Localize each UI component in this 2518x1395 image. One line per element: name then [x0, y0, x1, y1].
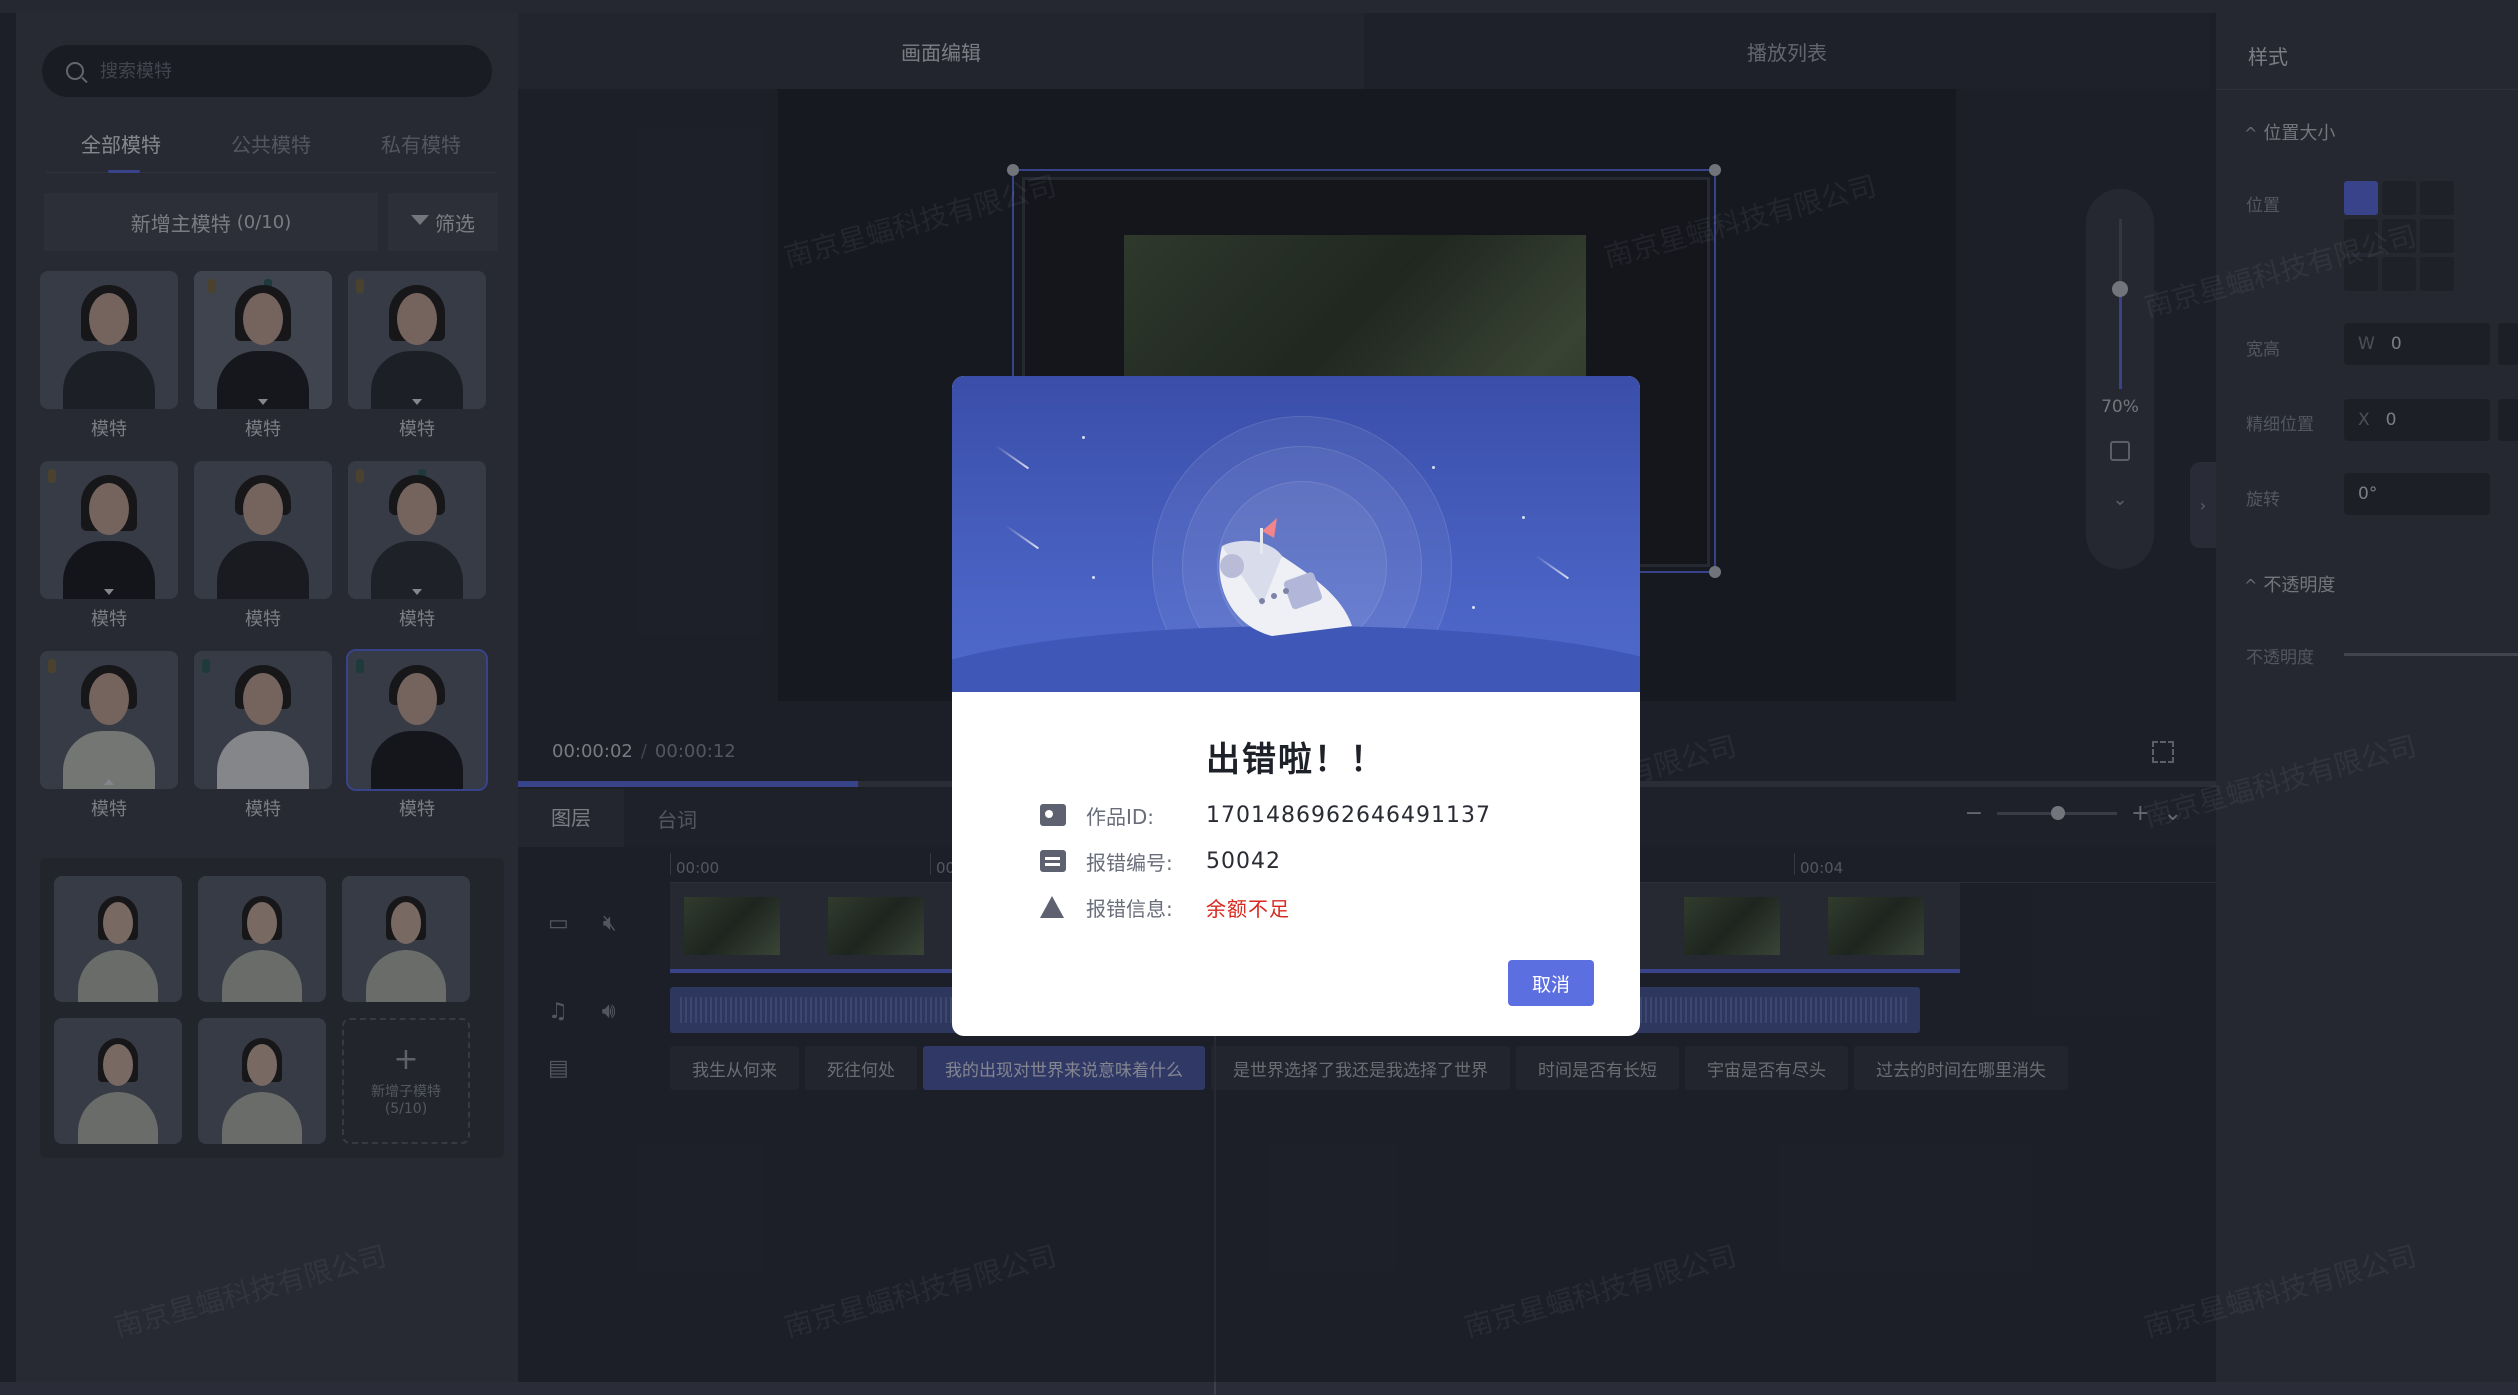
watermark: 南京星蝠科技有限公司 — [1600, 169, 1880, 274]
watermark: 南京星蝠科技有限公司 — [110, 1239, 390, 1344]
error-row-code: 报错编号: 50042 — [1040, 846, 1281, 876]
error-message-value: 余额不足 — [1206, 896, 1290, 921]
watermark: 南京星蝠科技有限公司 — [780, 1239, 1060, 1344]
watermark: 南京星蝠科技有限公司 — [2140, 729, 2420, 834]
app-root: 全部模特 公共模特 私有模特 新增主模特 (0/10) 筛选 模特 — [0, 0, 2518, 1395]
error-code-label: 报错编号: — [1086, 850, 1173, 875]
error-row-work-id: 作品ID: 1701486962646491137 — [1040, 800, 1491, 830]
watermark: 南京星蝠科技有限公司 — [2140, 1239, 2420, 1344]
work-id-value: 1701486962646491137 — [1206, 802, 1491, 828]
error-code-value: 50042 — [1206, 848, 1281, 874]
error-dialog: 出错啦！！ 作品ID: 1701486962646491137 报错编号: 50… — [952, 376, 1640, 1036]
error-illustration — [952, 376, 1640, 692]
warning-icon — [1040, 896, 1064, 918]
error-row-message: 报错信息: 余额不足 — [1040, 892, 1290, 922]
watermark: 南京星蝠科技有限公司 — [780, 169, 1060, 274]
watermark: 南京星蝠科技有限公司 — [2140, 219, 2420, 324]
error-message-label: 报错信息: — [1086, 896, 1173, 921]
error-title: 出错啦！！ — [1206, 740, 1386, 780]
cancel-button[interactable]: 取消 — [1508, 960, 1594, 1006]
list-card-icon — [1040, 850, 1066, 872]
watermark: 南京星蝠科技有限公司 — [1460, 1239, 1740, 1344]
id-card-icon — [1040, 804, 1066, 826]
rocket-icon — [1219, 518, 1352, 636]
work-id-label: 作品ID: — [1086, 804, 1155, 829]
